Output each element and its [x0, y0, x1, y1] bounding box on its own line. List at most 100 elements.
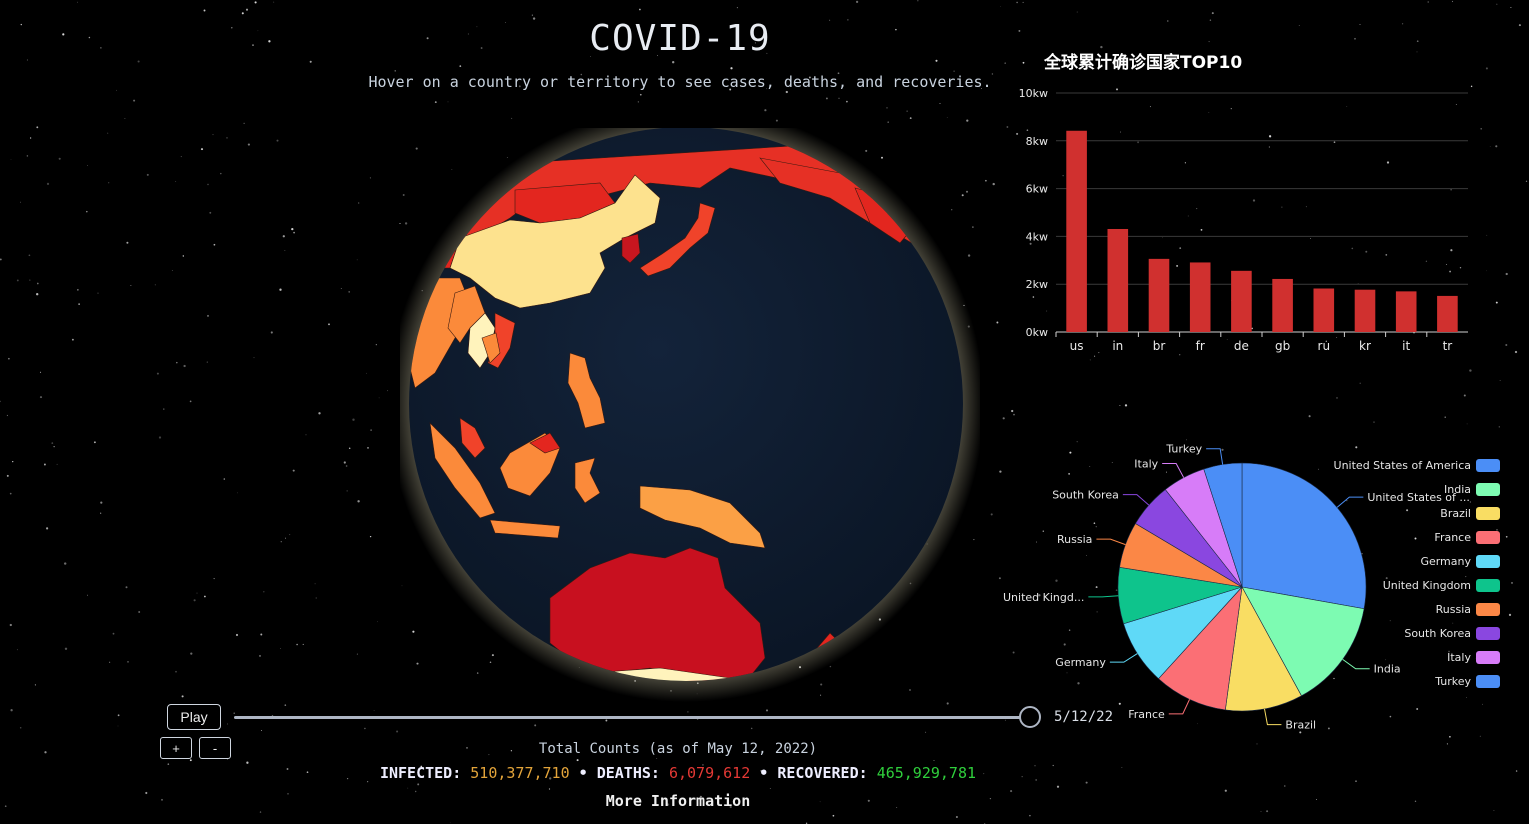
star	[245, 8, 249, 11]
bar-us[interactable]	[1066, 130, 1087, 332]
star	[270, 331, 273, 334]
star	[1373, 421, 1375, 423]
pie-leader-line	[1168, 699, 1190, 715]
pie-legend-swatch[interactable]	[1476, 483, 1500, 496]
pie-slice-united-states-of-america[interactable]	[1241, 462, 1367, 610]
star	[730, 67, 733, 70]
pie-legend-label[interactable]: Italy	[1447, 651, 1471, 664]
star	[203, 9, 206, 12]
pie-slice-label: Turkey	[1165, 443, 1202, 456]
bar-tr[interactable]	[1437, 295, 1458, 332]
star	[925, 731, 927, 733]
star	[263, 591, 265, 593]
star	[296, 643, 298, 646]
top10-pie-chart[interactable]: United States of ...IndiaBrazilFranceGer…	[995, 440, 1515, 740]
pie-legend-label[interactable]: Germany	[1420, 555, 1471, 568]
star	[279, 288, 282, 291]
star	[548, 788, 551, 790]
bar-de[interactable]	[1231, 270, 1252, 332]
star	[176, 361, 178, 364]
timeline-slider-track[interactable]	[234, 716, 1034, 719]
star	[838, 97, 840, 99]
bar-x-tick-label: tr	[1443, 339, 1453, 353]
star	[736, 7, 738, 9]
star	[459, 65, 462, 67]
pie-legend-swatch[interactable]	[1476, 603, 1500, 616]
pie-slice-label: France	[1128, 708, 1165, 721]
bar-fr[interactable]	[1189, 262, 1211, 332]
star	[1414, 800, 1417, 802]
pie-legend-swatch[interactable]	[1476, 555, 1500, 568]
bar-gb[interactable]	[1272, 278, 1293, 332]
star	[19, 727, 22, 729]
pie-legend-swatch[interactable]	[1476, 651, 1500, 664]
pie-legend-label[interactable]: Brazil	[1440, 507, 1471, 520]
star	[292, 469, 295, 472]
timeline-date-label: 5/12/22	[1054, 709, 1114, 725]
pie-legend-label[interactable]: France	[1434, 531, 1471, 544]
recovered-label: RECOVERED:	[777, 764, 868, 782]
top10-bar-chart[interactable]: 0kw 2kw 4kw 6kw 8kw 10kw us in br fr de gb ru kr it tr	[1000, 80, 1480, 370]
star	[1401, 23, 1404, 25]
star	[357, 500, 360, 503]
bar-ru[interactable]	[1313, 288, 1335, 332]
star	[189, 400, 192, 403]
pie-legend-label[interactable]: United Kingdom	[1383, 579, 1471, 592]
star	[39, 371, 42, 373]
pie-legend-swatch[interactable]	[1476, 531, 1500, 544]
pie-legend-swatch[interactable]	[1476, 675, 1500, 688]
star	[36, 126, 39, 129]
star	[196, 592, 198, 594]
pie-legend-label[interactable]: Russia	[1436, 603, 1471, 616]
star	[71, 338, 74, 341]
star	[46, 527, 49, 530]
pie-legend-label[interactable]: Turkey	[1434, 675, 1471, 688]
pie-legend-swatch[interactable]	[1476, 579, 1500, 592]
bar-it[interactable]	[1395, 291, 1417, 332]
pie-legend-label[interactable]: India	[1444, 483, 1471, 496]
star	[8, 357, 10, 360]
bar-x-tick-label: de	[1234, 339, 1249, 353]
star	[373, 710, 375, 711]
star	[1427, 1, 1429, 3]
covid-globe[interactable]	[400, 128, 980, 708]
star	[305, 434, 307, 436]
star	[1022, 61, 1025, 64]
more-information-link[interactable]: More Information	[0, 792, 1356, 810]
bar-kr[interactable]	[1354, 289, 1376, 332]
bar-br[interactable]	[1148, 258, 1170, 332]
star	[16, 279, 19, 282]
star	[108, 182, 110, 184]
star	[417, 783, 420, 786]
star	[1480, 127, 1483, 130]
star	[1056, 785, 1060, 788]
bar-in[interactable]	[1107, 228, 1129, 332]
star	[387, 390, 389, 392]
star	[87, 164, 89, 166]
star	[314, 583, 316, 585]
pie-leader-line	[1264, 708, 1282, 726]
star	[175, 181, 177, 182]
star	[284, 704, 287, 706]
star	[253, 357, 255, 359]
bar-chart-title: 全球累计确诊国家TOP10	[1044, 53, 1243, 73]
star	[100, 512, 102, 514]
pie-legend-label[interactable]: United States of America	[1334, 459, 1471, 472]
star	[1486, 234, 1488, 236]
star	[64, 647, 68, 650]
star	[328, 323, 330, 326]
play-button[interactable]: Play	[167, 704, 221, 730]
pie-legend-swatch[interactable]	[1476, 459, 1500, 472]
star	[206, 361, 208, 363]
star	[137, 60, 140, 63]
pie-legend-label[interactable]: South Korea	[1404, 627, 1471, 640]
star	[87, 594, 88, 596]
pie-legend-swatch[interactable]	[1476, 507, 1500, 520]
star	[396, 730, 399, 733]
pie-legend-swatch[interactable]	[1476, 627, 1500, 640]
star	[534, 724, 537, 727]
timeline-slider-thumb[interactable]	[1019, 706, 1041, 728]
deaths-label: DEATHS:	[596, 764, 660, 782]
star	[284, 250, 286, 251]
star	[1124, 404, 1128, 407]
